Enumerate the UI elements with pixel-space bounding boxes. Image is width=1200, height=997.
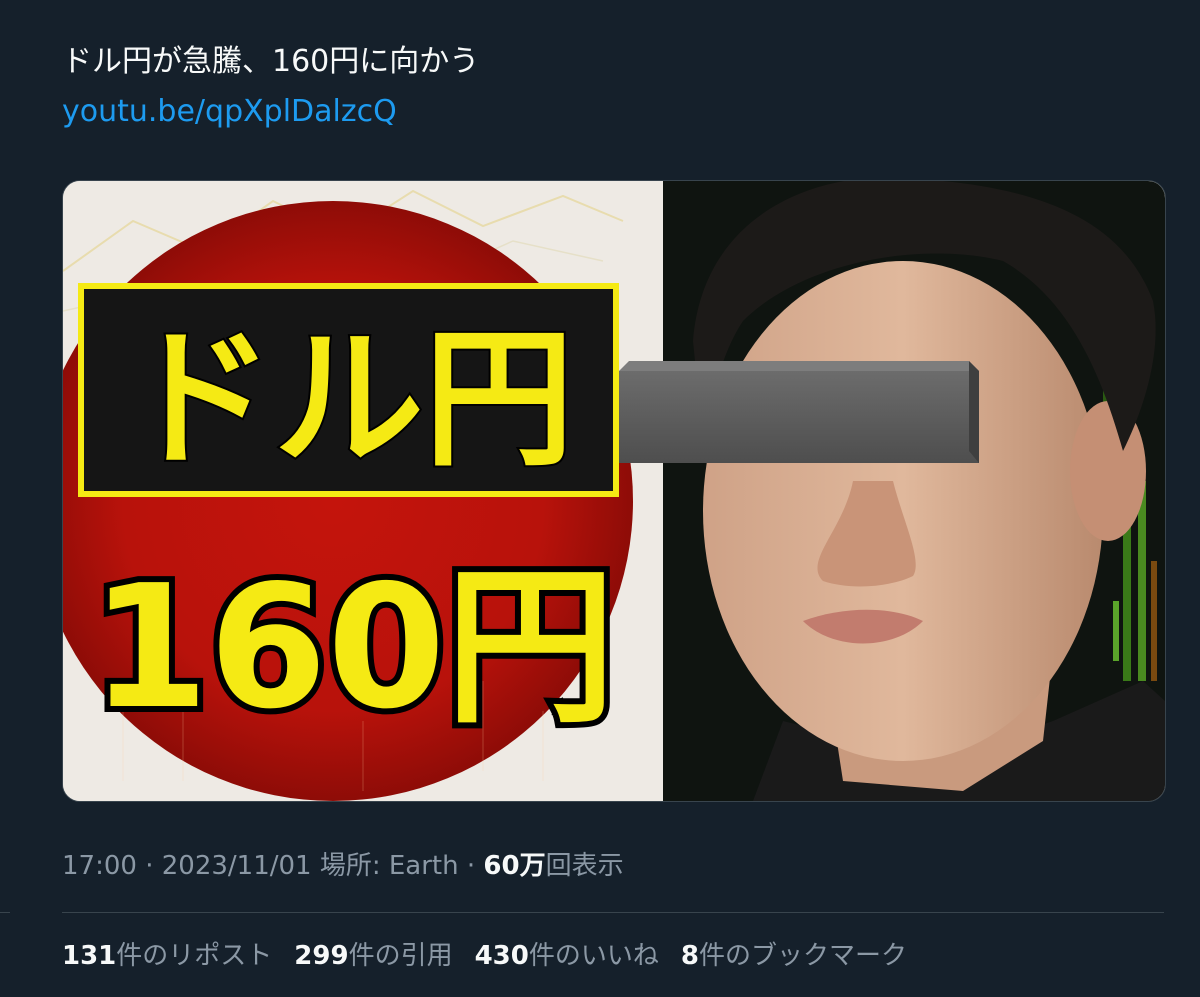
stat-bookmarks[interactable]: 8件のブックマーク bbox=[681, 938, 907, 974]
stat-quotes[interactable]: 299件の引用 bbox=[294, 938, 452, 974]
link-card-thumbnail[interactable]: ドル円 160円 bbox=[62, 180, 1166, 802]
tweet-meta: 17:00 · 2023/11/01 場所: Earth · 60万回表示 bbox=[62, 848, 624, 884]
thumbnail-image: ドル円 160円 bbox=[63, 181, 1165, 801]
divider-tick bbox=[0, 912, 10, 913]
tweet-link[interactable]: youtu.be/qpXplDalzcQ bbox=[62, 92, 397, 132]
censor-bar bbox=[619, 371, 979, 463]
thumbnail-subheadline: 160円 bbox=[91, 549, 616, 747]
stat-likes[interactable]: 430件のいいね bbox=[475, 938, 659, 974]
views-label: 回表示 bbox=[545, 851, 624, 881]
tweet-time[interactable]: 17:00 bbox=[62, 851, 137, 881]
tweet-date[interactable]: 2023/11/01 bbox=[162, 851, 312, 881]
tweet-text: ドル円が急騰、160円に向かう bbox=[62, 44, 480, 79]
stat-reposts[interactable]: 131件のリポスト bbox=[62, 938, 272, 974]
views-count: 60万 bbox=[483, 851, 546, 881]
tweet-stats: 131件のリポスト 299件の引用 430件のいいね 8件のブックマーク bbox=[62, 938, 907, 974]
divider bbox=[62, 912, 1164, 913]
meta-separator: · bbox=[466, 851, 476, 881]
thumbnail-headline: ドル円 bbox=[124, 313, 574, 487]
meta-separator: · bbox=[145, 851, 154, 881]
tweet-location: 場所: Earth bbox=[319, 851, 459, 881]
